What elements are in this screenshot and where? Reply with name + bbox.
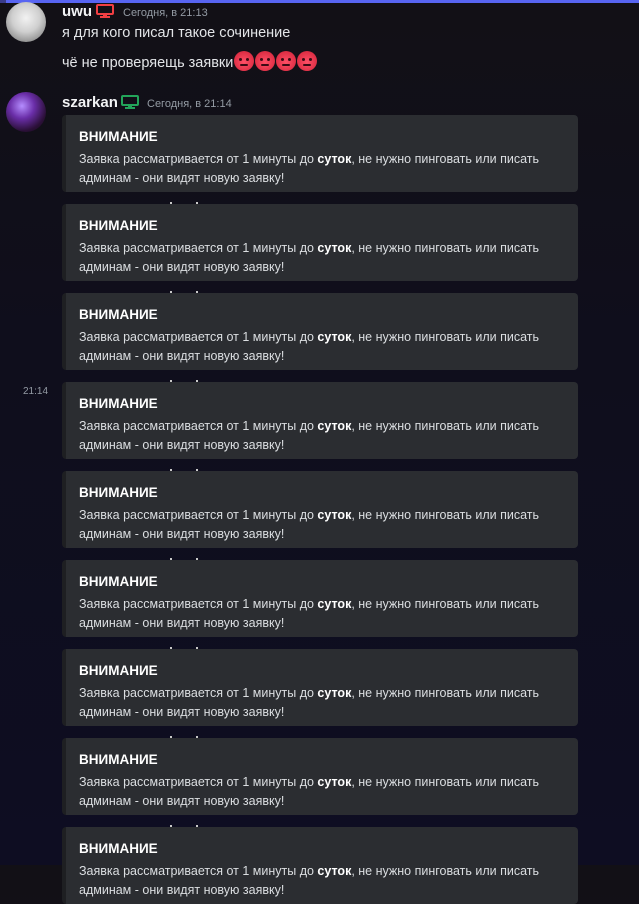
embed-title: ВНИМАНИЕ <box>79 485 158 500</box>
embed-card: ВНИМАНИЕ Заявка рассматривается от 1 мин… <box>62 380 578 459</box>
avatar-szarkan[interactable] <box>6 92 46 132</box>
username-szarkan[interactable]: szarkan <box>62 94 118 111</box>
embed-divider-dot <box>170 647 172 649</box>
top-accent-cap <box>0 0 6 3</box>
embed-title: ВНИМАНИЕ <box>79 663 158 678</box>
embed-divider-dot <box>170 380 172 382</box>
desktop-icon <box>96 4 114 18</box>
hover-timestamp[interactable]: 21:14 <box>23 386 48 397</box>
embed-description: Заявка рассматривается от 1 минуты до су… <box>79 597 540 630</box>
embed-divider-dot <box>170 736 172 738</box>
embed-description: Заявка рассматривается от 1 минуты до су… <box>79 419 540 452</box>
embed-divider-dot <box>196 825 198 827</box>
embed-divider-dot <box>196 736 198 738</box>
embed-title: ВНИМАНИЕ <box>79 752 158 767</box>
avatar-uwu[interactable] <box>6 2 46 42</box>
message-text-with-emoji: чё не проверяещь заявки <box>62 51 318 71</box>
embed-description: Заявка рассматривается от 1 минуты до су… <box>79 241 540 274</box>
embed-divider-dot <box>196 291 198 293</box>
embed-title: ВНИМАНИЕ <box>79 218 158 233</box>
username-uwu[interactable]: uwu <box>62 3 92 20</box>
embed-divider-dot <box>196 380 198 382</box>
embed-title: ВНИМАНИЕ <box>79 841 158 856</box>
rage-emoji[interactable] <box>255 51 276 71</box>
embed-divider-dot <box>170 469 172 471</box>
top-accent-bar <box>0 0 639 3</box>
embed-title: ВНИМАНИЕ <box>79 574 158 589</box>
embed-card: ВНИМАНИЕ Заявка рассматривается от 1 мин… <box>62 736 578 815</box>
message-text: чё не проверяещь заявки <box>62 55 234 71</box>
embed-card: ВНИМАНИЕ Заявка рассматривается от 1 мин… <box>62 291 578 370</box>
embed-description: Заявка рассматривается от 1 минуты до су… <box>79 864 540 897</box>
embed-divider-dot <box>170 825 172 827</box>
embed-divider-dot <box>170 202 172 204</box>
embed-card: ВНИМАНИЕ Заявка рассматривается от 1 мин… <box>62 558 578 637</box>
embed-divider-dot <box>196 469 198 471</box>
message-timestamp[interactable]: Сегодня, в 21:14 <box>147 98 232 110</box>
embed-divider-dot <box>196 202 198 204</box>
embed-divider-dot <box>170 291 172 293</box>
embed-card: ВНИМАНИЕ Заявка рассматривается от 1 мин… <box>62 647 578 726</box>
embed-description: Заявка рассматривается от 1 минуты до су… <box>79 330 540 363</box>
embed-title: ВНИМАНИЕ <box>79 396 158 411</box>
embed-description: Заявка рассматривается от 1 минуты до су… <box>79 686 540 719</box>
embed-card: ВНИМАНИЕ Заявка рассматривается от 1 мин… <box>62 825 578 904</box>
embed-description: Заявка рассматривается от 1 минуты до су… <box>79 775 540 808</box>
embed-description: Заявка рассматривается от 1 минуты до су… <box>79 152 540 185</box>
rage-emoji[interactable] <box>276 51 297 71</box>
embed-title: ВНИМАНИЕ <box>79 307 158 322</box>
rage-emoji[interactable] <box>234 51 255 71</box>
embed-card: ВНИМАНИЕ Заявка рассматривается от 1 мин… <box>62 115 578 192</box>
message-timestamp[interactable]: Сегодня, в 21:13 <box>123 7 208 19</box>
embed-divider-dot <box>196 647 198 649</box>
rage-emoji[interactable] <box>297 51 318 71</box>
desktop-icon <box>121 95 139 109</box>
embed-card: ВНИМАНИЕ Заявка рассматривается от 1 мин… <box>62 202 578 281</box>
embed-divider-dot <box>196 558 198 560</box>
embed-description: Заявка рассматривается от 1 минуты до су… <box>79 508 540 541</box>
message-text: я для кого писал такое сочинение <box>62 25 291 41</box>
embed-title: ВНИМАНИЕ <box>79 129 158 144</box>
embed-card: ВНИМАНИЕ Заявка рассматривается от 1 мин… <box>62 469 578 548</box>
embed-divider-dot <box>170 558 172 560</box>
